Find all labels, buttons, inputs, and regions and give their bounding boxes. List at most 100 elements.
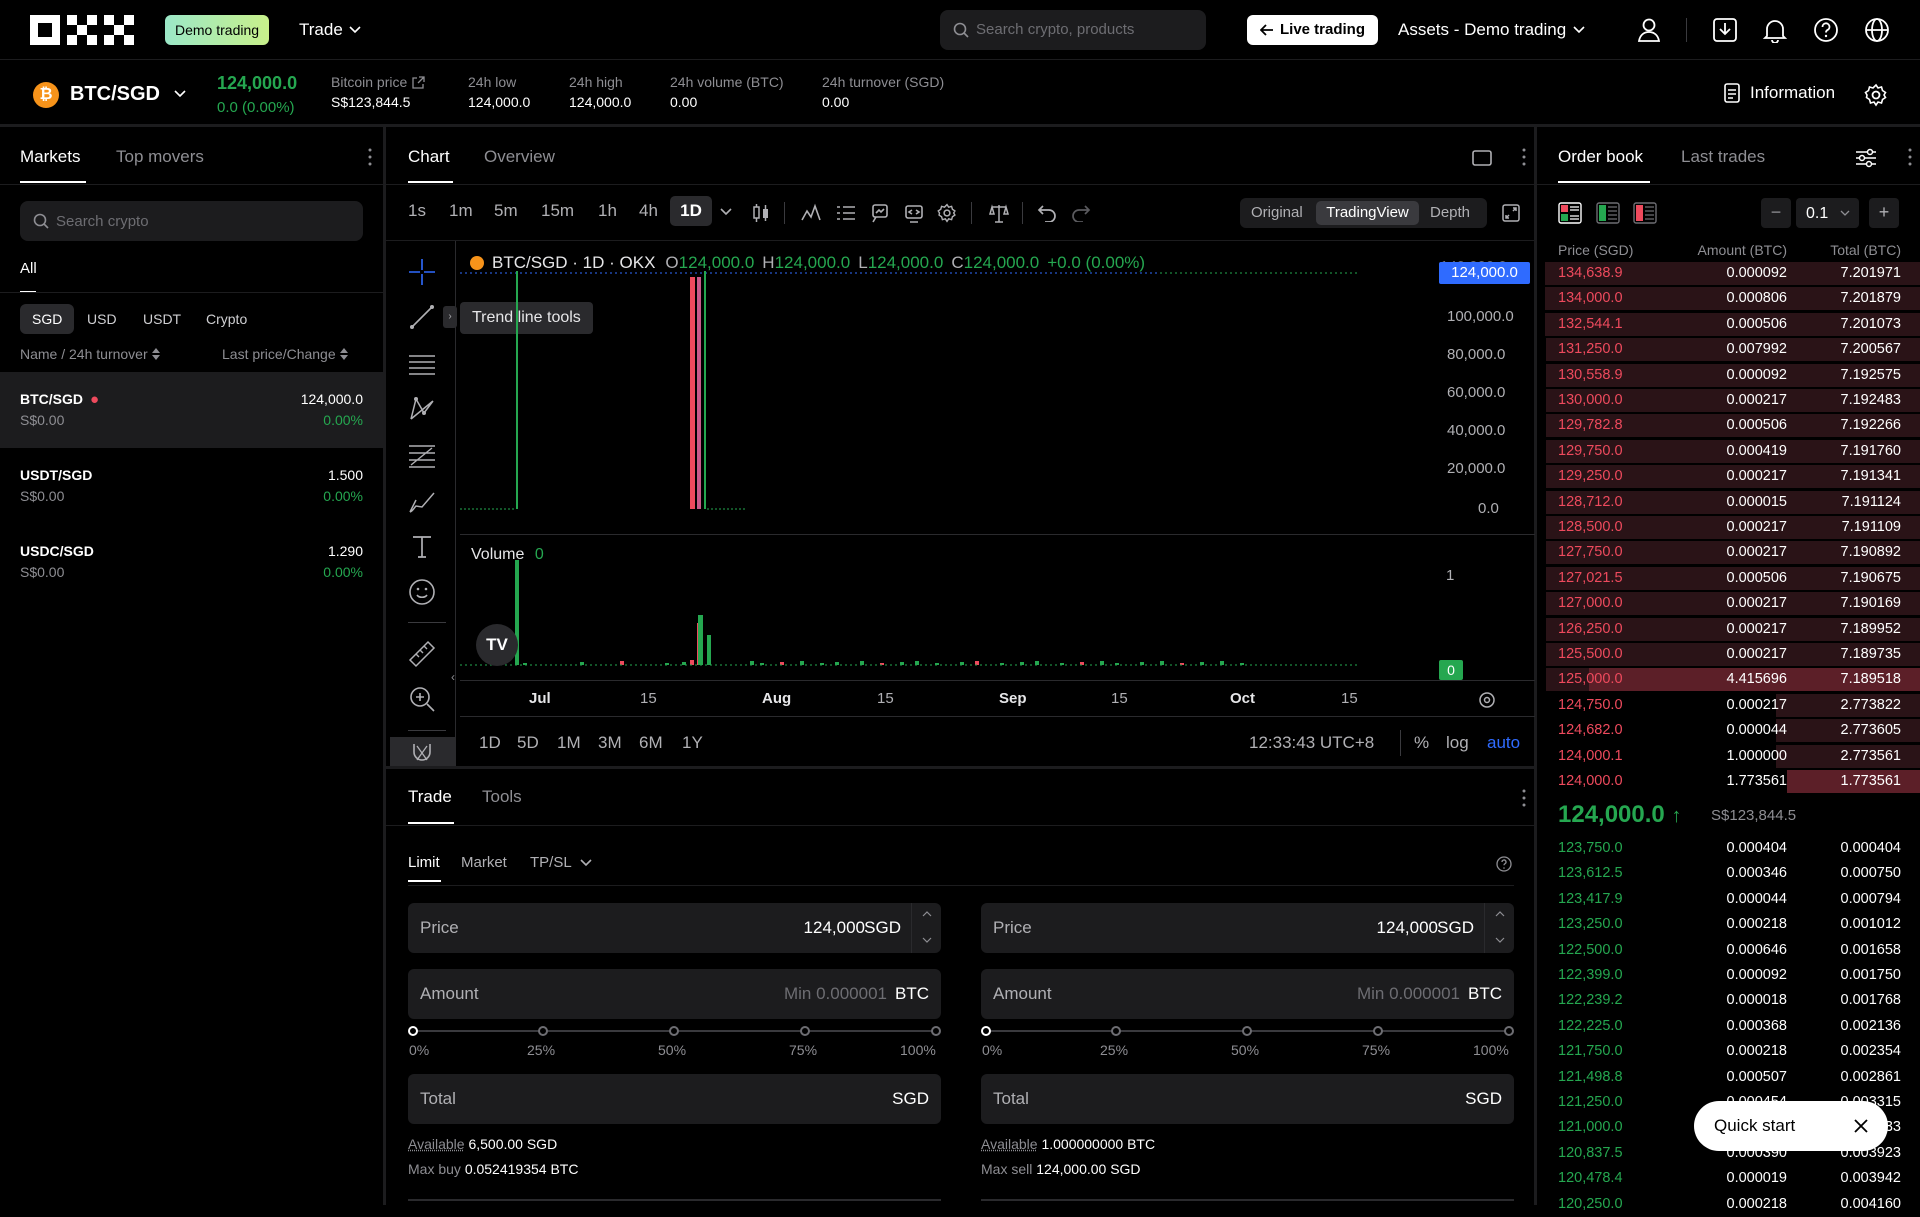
view-both-icon[interactable]	[1558, 202, 1582, 224]
close-icon[interactable]	[1854, 1119, 1868, 1133]
info-icon[interactable]	[1496, 856, 1512, 872]
market-row[interactable]: USDT/SGDS$0.001.5000.00%	[0, 448, 383, 524]
ask-row[interactable]: 124,682.00.0000442.773605	[1545, 718, 1920, 743]
volume-chart[interactable]	[460, 535, 1535, 685]
chevron-up-icon[interactable]	[922, 911, 932, 917]
slider-mark[interactable]	[1504, 1026, 1514, 1036]
stepper[interactable]	[1484, 903, 1514, 953]
layout-toggle-icon[interactable]	[1472, 150, 1492, 166]
order-type-limit[interactable]: Limit	[408, 854, 440, 871]
sell-amount-input[interactable]: Amount Min 0.000001 BTC	[981, 969, 1514, 1019]
goto-realtime-icon[interactable]	[1478, 691, 1496, 709]
percent-toggle[interactable]: %	[1414, 733, 1429, 753]
brush-icon[interactable]	[408, 487, 436, 515]
bid-row[interactable]: 121,750.00.0002180.002354	[1545, 1039, 1920, 1064]
price-chart[interactable]	[460, 241, 1535, 566]
sell-total-input[interactable]: Total SGD	[981, 1074, 1514, 1124]
precision-increase-button[interactable]: +	[1869, 198, 1899, 228]
bid-row[interactable]: 122,225.00.0003680.002136	[1545, 1014, 1920, 1039]
slider-handle[interactable]	[408, 1026, 418, 1036]
fib-tool-icon[interactable]	[408, 441, 436, 469]
bid-row[interactable]: 123,250.00.0002180.001012	[1545, 912, 1920, 937]
globe-icon[interactable]	[1864, 17, 1890, 43]
settings-gear-icon[interactable]	[1864, 83, 1888, 107]
ask-row[interactable]: 130,000.00.0002177.192483	[1545, 388, 1920, 413]
buy-price-input[interactable]: Price 124,000 SGD	[408, 903, 941, 953]
more-vertical-icon[interactable]	[368, 148, 372, 166]
trend-line-icon[interactable]	[408, 303, 436, 331]
bid-row[interactable]: 123,750.00.0004040.000404	[1545, 836, 1920, 861]
chart-settings-icon[interactable]	[937, 203, 957, 223]
ask-row[interactable]: 125,000.04.4156967.189518	[1545, 667, 1920, 692]
bid-row[interactable]: 122,399.00.0000920.001750	[1545, 963, 1920, 988]
tab-top-movers[interactable]: Top movers	[116, 147, 204, 167]
live-trading-button[interactable]: Live trading	[1247, 15, 1378, 45]
crosshair-icon[interactable]	[408, 258, 436, 286]
precision-decrease-button[interactable]: −	[1761, 198, 1791, 228]
ask-row[interactable]: 126,250.00.0002177.189952	[1545, 617, 1920, 642]
view-original[interactable]: Original	[1251, 204, 1303, 221]
sort-name-turnover[interactable]: Name / 24h turnover	[20, 346, 160, 362]
bell-icon[interactable]	[1762, 17, 1788, 43]
indicators-icon[interactable]	[801, 203, 821, 223]
demo-trading-badge[interactable]: Demo trading	[165, 15, 269, 45]
bid-row[interactable]: 120,250.00.0002180.004160	[1545, 1192, 1920, 1217]
bid-row[interactable]: 122,500.00.0006460.001658	[1545, 938, 1920, 963]
market-row[interactable]: USDC/SGDS$0.001.2900.00%	[0, 524, 383, 600]
sort-price-change[interactable]: Last price/Change	[222, 346, 348, 362]
slider-mark[interactable]	[1111, 1026, 1121, 1036]
help-icon[interactable]	[1813, 17, 1839, 43]
ask-row[interactable]: 127,021.50.0005067.190675	[1545, 566, 1920, 591]
slider-mark[interactable]	[1373, 1026, 1383, 1036]
order-type-tpsl[interactable]: TP/SL	[530, 854, 592, 871]
timeframe-1s[interactable]: 1s	[408, 201, 426, 221]
timeframe-15m[interactable]: 15m	[541, 201, 574, 221]
ask-row[interactable]: 128,500.00.0002177.191109	[1545, 515, 1920, 540]
view-bids-icon[interactable]	[1596, 202, 1620, 224]
timeframe-4h[interactable]: 4h	[639, 201, 658, 221]
ask-row[interactable]: 132,544.10.0005067.201073	[1545, 312, 1920, 337]
bid-row[interactable]: 121,498.80.0005070.002861	[1545, 1065, 1920, 1090]
mid-price[interactable]: 124,000.0 ↑	[1558, 801, 1681, 829]
ask-row[interactable]: 124,000.01.7735611.773561	[1545, 769, 1920, 794]
tab-markets[interactable]: Markets	[20, 147, 80, 167]
ask-row[interactable]: 127,000.00.0002177.190169	[1545, 591, 1920, 616]
stat-bitcoin-price[interactable]: Bitcoin price S$123,844.5	[331, 74, 425, 110]
quote-tab-sgd[interactable]: SGD	[20, 304, 74, 334]
buy-total-input[interactable]: Total SGD	[408, 1074, 941, 1124]
tradingview-logo[interactable]: TV	[476, 624, 518, 666]
tab-tools[interactable]: Tools	[482, 787, 522, 807]
range-5d[interactable]: 5D	[517, 733, 539, 753]
compare-scale-icon[interactable]	[988, 203, 1010, 223]
tab-overview[interactable]: Overview	[484, 147, 555, 167]
quote-tab-usdt[interactable]: USDT	[131, 304, 193, 334]
global-search-input[interactable]: Search crypto, products	[940, 10, 1206, 50]
quote-tab-crypto[interactable]: Crypto	[194, 304, 259, 334]
alert-icon[interactable]	[870, 203, 890, 223]
market-search-input[interactable]: Search crypto	[20, 201, 363, 241]
ask-row[interactable]: 129,750.00.0004197.191760	[1545, 439, 1920, 464]
range-6m[interactable]: 6M	[639, 733, 663, 753]
replay-icon[interactable]	[904, 203, 924, 223]
ask-row[interactable]: 125,500.00.0002177.189735	[1545, 642, 1920, 667]
timeframe-1d[interactable]: 1D	[670, 196, 712, 226]
view-depth[interactable]: Depth	[1430, 204, 1470, 221]
more-vertical-icon[interactable]	[1908, 148, 1912, 166]
buy-amount-input[interactable]: Amount Min 0.000001 BTC	[408, 969, 941, 1019]
list-menu-icon[interactable]	[836, 203, 856, 223]
tab-trade[interactable]: Trade	[408, 787, 452, 807]
filter-all[interactable]: All	[20, 260, 37, 277]
magnet-tool[interactable]	[390, 737, 456, 766]
bid-row[interactable]: 120,478.40.0000190.003942	[1545, 1166, 1920, 1191]
text-tool-icon[interactable]	[408, 532, 436, 560]
view-asks-icon[interactable]	[1633, 202, 1657, 224]
ask-row[interactable]: 134,000.00.0008067.201879	[1545, 286, 1920, 311]
okx-logo[interactable]	[30, 15, 134, 45]
download-icon[interactable]	[1712, 17, 1738, 43]
precision-select[interactable]: 0.1	[1796, 198, 1859, 228]
chevron-down-icon[interactable]	[1495, 937, 1505, 943]
slider-mark[interactable]	[931, 1026, 941, 1036]
ask-row[interactable]: 127,750.00.0002177.190892	[1545, 540, 1920, 565]
bid-row[interactable]: 122,239.20.0000180.001768	[1545, 988, 1920, 1013]
tab-chart[interactable]: Chart	[408, 147, 450, 167]
